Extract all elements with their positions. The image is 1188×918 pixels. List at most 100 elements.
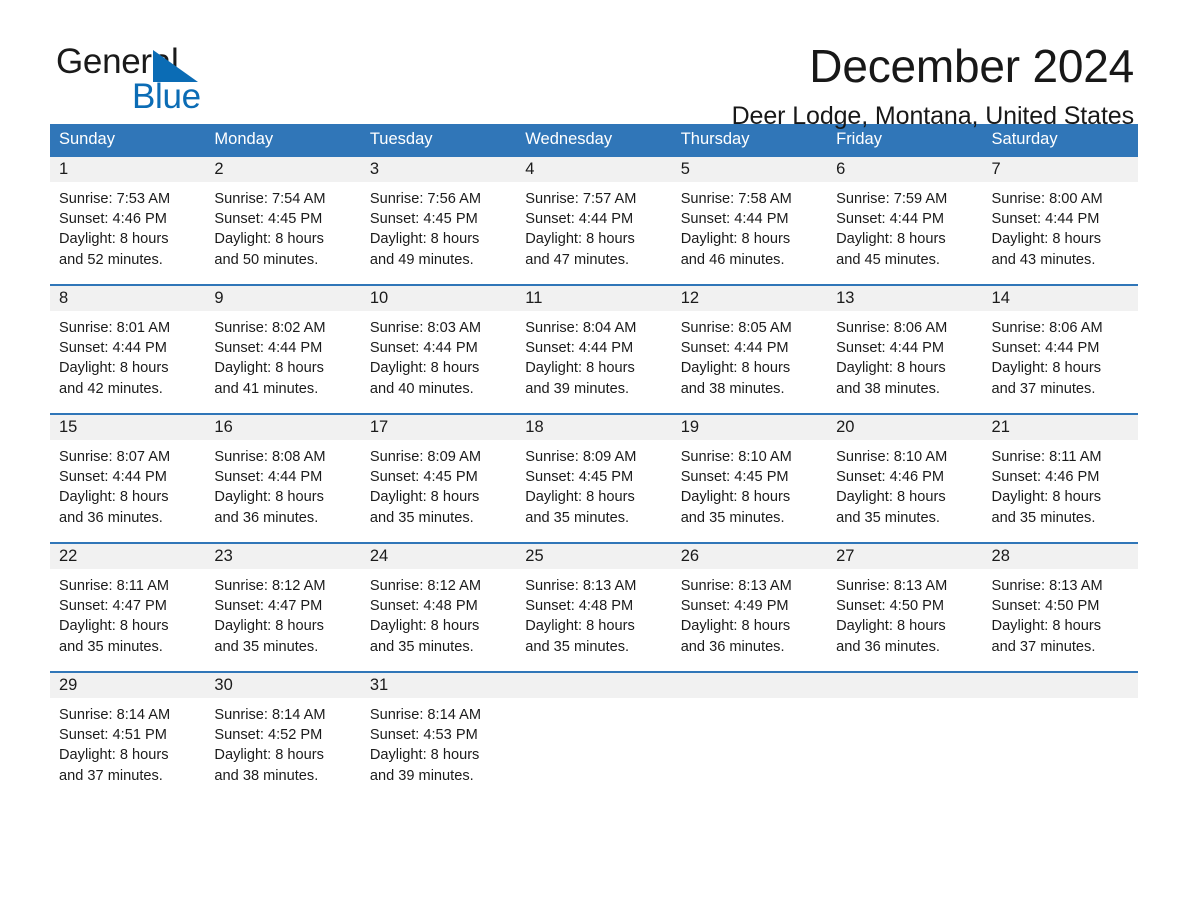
sunrise-sunset-calendar: Sunday Monday Tuesday Wednesday Thursday…	[50, 124, 1138, 784]
daylight-text-line1: Daylight: 8 hours	[680, 231, 791, 248]
day-number[interactable]: 31	[361, 677, 516, 694]
day-number[interactable]: 11	[516, 290, 671, 307]
sunset-text: Sunset: 4:44 PM	[369, 340, 478, 357]
day-number[interactable]: 21	[983, 419, 1138, 436]
day-number[interactable]: 16	[205, 419, 360, 436]
day-number[interactable]: 18	[516, 419, 671, 436]
day-number[interactable]: 20	[827, 419, 982, 436]
sunrise-text: Sunrise: 7:53 AM	[59, 191, 171, 207]
daylight-text-line2: and 35 minutes.	[369, 638, 474, 655]
day-number[interactable]: 5	[672, 161, 827, 178]
day-number[interactable]: 1	[50, 161, 205, 178]
sunset-text: Sunset: 4:45 PM	[680, 469, 789, 486]
sunrise-text: Sunrise: 8:14 AM	[59, 707, 171, 723]
sunset-text: Sunset: 4:45 PM	[369, 211, 478, 228]
week-date-row: 29 30 31	[50, 671, 1138, 698]
daylight-text-line2: and 37 minutes.	[59, 767, 163, 784]
sunset-text: Sunset: 4:44 PM	[991, 340, 1100, 357]
daylight-text-line1: Daylight: 8 hours	[369, 618, 480, 635]
day-cell: Sunrise: 8:06 AM Sunset: 4:44 PM Dayligh…	[983, 318, 1138, 397]
sunset-text: Sunset: 4:44 PM	[525, 340, 634, 357]
day-cell: Sunrise: 7:59 AM Sunset: 4:44 PM Dayligh…	[827, 189, 982, 268]
sunset-text: Sunset: 4:52 PM	[214, 727, 323, 744]
daylight-text-line1: Daylight: 8 hours	[59, 489, 169, 506]
day-number[interactable]: 13	[827, 290, 982, 307]
sunset-text: Sunset: 4:50 PM	[991, 598, 1100, 615]
daylight-text-line1: Daylight: 8 hours	[59, 231, 169, 248]
sunrise-text: Sunrise: 7:59 AM	[836, 191, 948, 207]
day-number[interactable]: 4	[516, 161, 671, 178]
day-number[interactable]: 24	[361, 548, 516, 565]
day-number[interactable]: 19	[672, 419, 827, 436]
day-cell: Sunrise: 7:58 AM Sunset: 4:44 PM Dayligh…	[672, 189, 827, 268]
daylight-text-line1: Daylight: 8 hours	[680, 360, 791, 377]
day-number[interactable]: 15	[50, 419, 205, 436]
daylight-text-line2: and 35 minutes.	[991, 509, 1096, 526]
daylight-text-line2: and 35 minutes.	[369, 509, 474, 526]
sunset-text: Sunset: 4:46 PM	[836, 469, 945, 486]
day-number[interactable]: 22	[50, 548, 205, 565]
weekday-header-wednesday: Wednesday	[525, 130, 613, 149]
day-number[interactable]: 8	[50, 290, 205, 307]
day-number[interactable]: 7	[983, 161, 1138, 178]
sunrise-text: Sunrise: 8:10 AM	[680, 449, 792, 465]
sunset-text: Sunset: 4:47 PM	[59, 598, 167, 615]
day-number[interactable]: 12	[672, 290, 827, 307]
day-number[interactable]: 28	[983, 548, 1138, 565]
daylight-text-line2: and 36 minutes.	[836, 638, 940, 655]
day-cell: Sunrise: 8:12 AM Sunset: 4:48 PM Dayligh…	[361, 576, 516, 655]
day-cell: Sunrise: 8:13 AM Sunset: 4:48 PM Dayligh…	[516, 576, 671, 655]
sunset-text: Sunset: 4:50 PM	[836, 598, 945, 615]
day-cell: Sunrise: 8:11 AM Sunset: 4:47 PM Dayligh…	[50, 576, 205, 655]
daylight-text-line1: Daylight: 8 hours	[836, 360, 946, 377]
daylight-text-line1: Daylight: 8 hours	[836, 489, 946, 506]
day-number[interactable]: 26	[672, 548, 827, 565]
day-number[interactable]: 2	[205, 161, 360, 178]
sunrise-text: Sunrise: 7:58 AM	[680, 191, 792, 207]
daylight-text-line2: and 38 minutes.	[836, 380, 940, 397]
sunrise-text: Sunrise: 8:05 AM	[680, 320, 792, 336]
sunrise-text: Sunrise: 8:14 AM	[369, 707, 481, 723]
daylight-text-line2: and 36 minutes.	[59, 509, 163, 526]
daylight-text-line1: Daylight: 8 hours	[836, 618, 946, 635]
day-number[interactable]: 9	[205, 290, 360, 307]
day-number[interactable]: 10	[361, 290, 516, 307]
day-number[interactable]: 27	[827, 548, 982, 565]
day-number[interactable]: 14	[983, 290, 1138, 307]
daylight-text-line2: and 35 minutes.	[525, 638, 630, 655]
day-number[interactable]: 3	[361, 161, 516, 178]
day-number[interactable]: 25	[516, 548, 671, 565]
week-date-row: 8 9 10 11 12 13 14	[50, 284, 1138, 311]
daylight-text-line2: and 35 minutes.	[59, 638, 163, 655]
daylight-text-line1: Daylight: 8 hours	[214, 618, 324, 635]
daylight-text-line1: Daylight: 8 hours	[59, 747, 169, 764]
day-number[interactable]: 6	[827, 161, 982, 178]
daylight-text-line1: Daylight: 8 hours	[369, 360, 480, 377]
daylight-text-line2: and 35 minutes.	[836, 509, 940, 526]
day-cell: Sunrise: 8:12 AM Sunset: 4:47 PM Dayligh…	[205, 576, 360, 655]
sunset-text: Sunset: 4:46 PM	[991, 469, 1100, 486]
sunrise-text: Sunrise: 8:11 AM	[59, 578, 170, 594]
daylight-text-line2: and 35 minutes.	[525, 509, 630, 526]
daylight-text-line1: Daylight: 8 hours	[991, 618, 1102, 635]
daylight-text-line2: and 47 minutes.	[525, 251, 630, 268]
sunrise-text: Sunrise: 8:03 AM	[369, 320, 481, 336]
day-cell: Sunrise: 7:54 AM Sunset: 4:45 PM Dayligh…	[205, 189, 360, 268]
daylight-text-line1: Daylight: 8 hours	[991, 489, 1102, 506]
daylight-text-line1: Daylight: 8 hours	[680, 618, 791, 635]
sunrise-text: Sunrise: 8:14 AM	[214, 707, 326, 723]
day-cell: Sunrise: 8:13 AM Sunset: 4:50 PM Dayligh…	[983, 576, 1138, 655]
daylight-text-line2: and 38 minutes.	[214, 767, 319, 784]
day-cell: Sunrise: 8:06 AM Sunset: 4:44 PM Dayligh…	[827, 318, 982, 397]
day-number[interactable]: 17	[361, 419, 516, 436]
day-cell: Sunrise: 8:04 AM Sunset: 4:44 PM Dayligh…	[516, 318, 671, 397]
calendar-page: General Blue December 2024 Deer Lodge, M…	[0, 0, 1188, 918]
general-blue-logo[interactable]: General Blue	[56, 44, 266, 114]
day-number[interactable]: 30	[205, 677, 360, 694]
daylight-text-line2: and 39 minutes.	[525, 380, 630, 397]
daylight-text-line1: Daylight: 8 hours	[991, 231, 1102, 248]
day-number[interactable]: 29	[50, 677, 205, 694]
daylight-text-line2: and 42 minutes.	[59, 380, 163, 397]
daylight-text-line1: Daylight: 8 hours	[214, 747, 324, 764]
day-number[interactable]: 23	[205, 548, 360, 565]
